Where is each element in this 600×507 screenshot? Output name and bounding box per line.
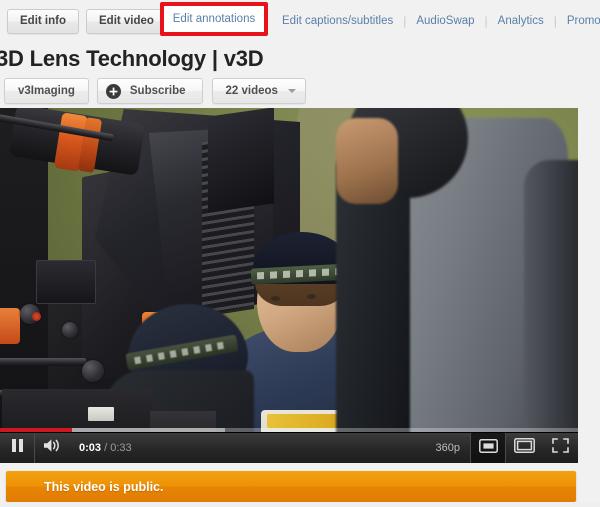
foreground-arm-right bbox=[524, 160, 578, 463]
tab-edit-annotations[interactable]: Edit annotations bbox=[160, 2, 268, 36]
tab-promote[interactable]: Promote bbox=[557, 15, 600, 27]
video-privacy-banner: This video is public. bbox=[6, 471, 576, 502]
video-edit-tabbar: Edit info Edit video Edit annotations Ed… bbox=[0, 0, 600, 42]
subscribe-button[interactable]: Subscribe bbox=[96, 78, 203, 104]
player-controls-left: 0:03 / 0:33 bbox=[0, 433, 132, 463]
large-player-icon bbox=[513, 438, 535, 458]
foreground-neck bbox=[336, 118, 398, 204]
channel-name-button[interactable]: v3Imaging bbox=[4, 78, 89, 104]
tab-edit-annotations-label: Edit annotations bbox=[172, 13, 256, 25]
youtube-video-manager-page: Edit info Edit video Edit annotations Ed… bbox=[0, 0, 600, 507]
tab-analytics[interactable]: Analytics bbox=[488, 15, 554, 27]
tab-audioswap[interactable]: AudioSwap bbox=[406, 15, 484, 27]
chevron-down-icon bbox=[287, 89, 296, 93]
large-player-button[interactable] bbox=[506, 433, 542, 464]
player-controls-right: 360p bbox=[426, 432, 578, 464]
fullscreen-button[interactable] bbox=[542, 433, 578, 464]
time-display: 0:03 / 0:33 bbox=[79, 442, 132, 454]
support-rod-2 bbox=[0, 358, 86, 366]
tab-edit-info[interactable]: Edit info bbox=[7, 8, 79, 34]
rig-control-box-1 bbox=[36, 260, 96, 304]
total-time: 0:33 bbox=[110, 442, 132, 454]
video-privacy-text: This video is public. bbox=[44, 479, 164, 494]
matte-box-screen bbox=[208, 108, 274, 213]
adjust-knob-2 bbox=[62, 322, 78, 338]
operator-eye-right bbox=[307, 294, 316, 299]
player-control-bar: 0:03 / 0:33 360p bbox=[0, 432, 578, 463]
quality-button[interactable]: 360p bbox=[426, 442, 470, 454]
operator-shirt-band bbox=[267, 414, 339, 428]
channel-name-label: v3Imaging bbox=[18, 85, 75, 97]
tab-edit-info-label: Edit info bbox=[20, 15, 66, 27]
tab-edit-captions-subtitles[interactable]: Edit captions/subtitles bbox=[272, 15, 403, 27]
page-bottom-strip bbox=[0, 502, 600, 507]
small-player-icon bbox=[478, 438, 498, 458]
videos-count-label: 22 videos bbox=[225, 85, 278, 97]
current-time: 0:03 bbox=[79, 442, 102, 454]
videos-count-dropdown[interactable]: 22 videos bbox=[211, 78, 306, 104]
plus-icon bbox=[105, 83, 121, 99]
fullscreen-icon bbox=[551, 438, 569, 458]
lens-ring-orange-5 bbox=[0, 308, 20, 344]
foreground-person bbox=[330, 108, 578, 463]
video-frame bbox=[0, 108, 578, 463]
adjust-knob-3 bbox=[82, 360, 104, 382]
equipment-white-panel-2 bbox=[88, 407, 114, 421]
rig-indicator-led bbox=[32, 312, 41, 321]
operator-eye-left bbox=[271, 296, 280, 301]
tab-edit-video-label: Edit video bbox=[99, 15, 154, 27]
small-player-button[interactable] bbox=[470, 432, 506, 463]
volume-on-icon bbox=[43, 438, 62, 458]
time-separator: / bbox=[101, 442, 111, 454]
pause-button[interactable] bbox=[0, 433, 34, 463]
video-player[interactable]: 0:03 / 0:33 360p bbox=[0, 108, 578, 463]
quality-label: 360p bbox=[435, 442, 460, 454]
subscribe-label: Subscribe bbox=[129, 85, 186, 97]
video-title: 3D Lens Technology | v3D bbox=[0, 46, 264, 71]
tab-edit-video[interactable]: Edit video bbox=[86, 8, 167, 34]
pause-icon bbox=[11, 439, 23, 457]
channel-action-row: v3Imaging Subscribe 22 videos bbox=[4, 78, 306, 104]
volume-button[interactable] bbox=[34, 433, 69, 463]
tab-links-group: Edit captions/subtitles | AudioSwap | An… bbox=[272, 0, 600, 42]
